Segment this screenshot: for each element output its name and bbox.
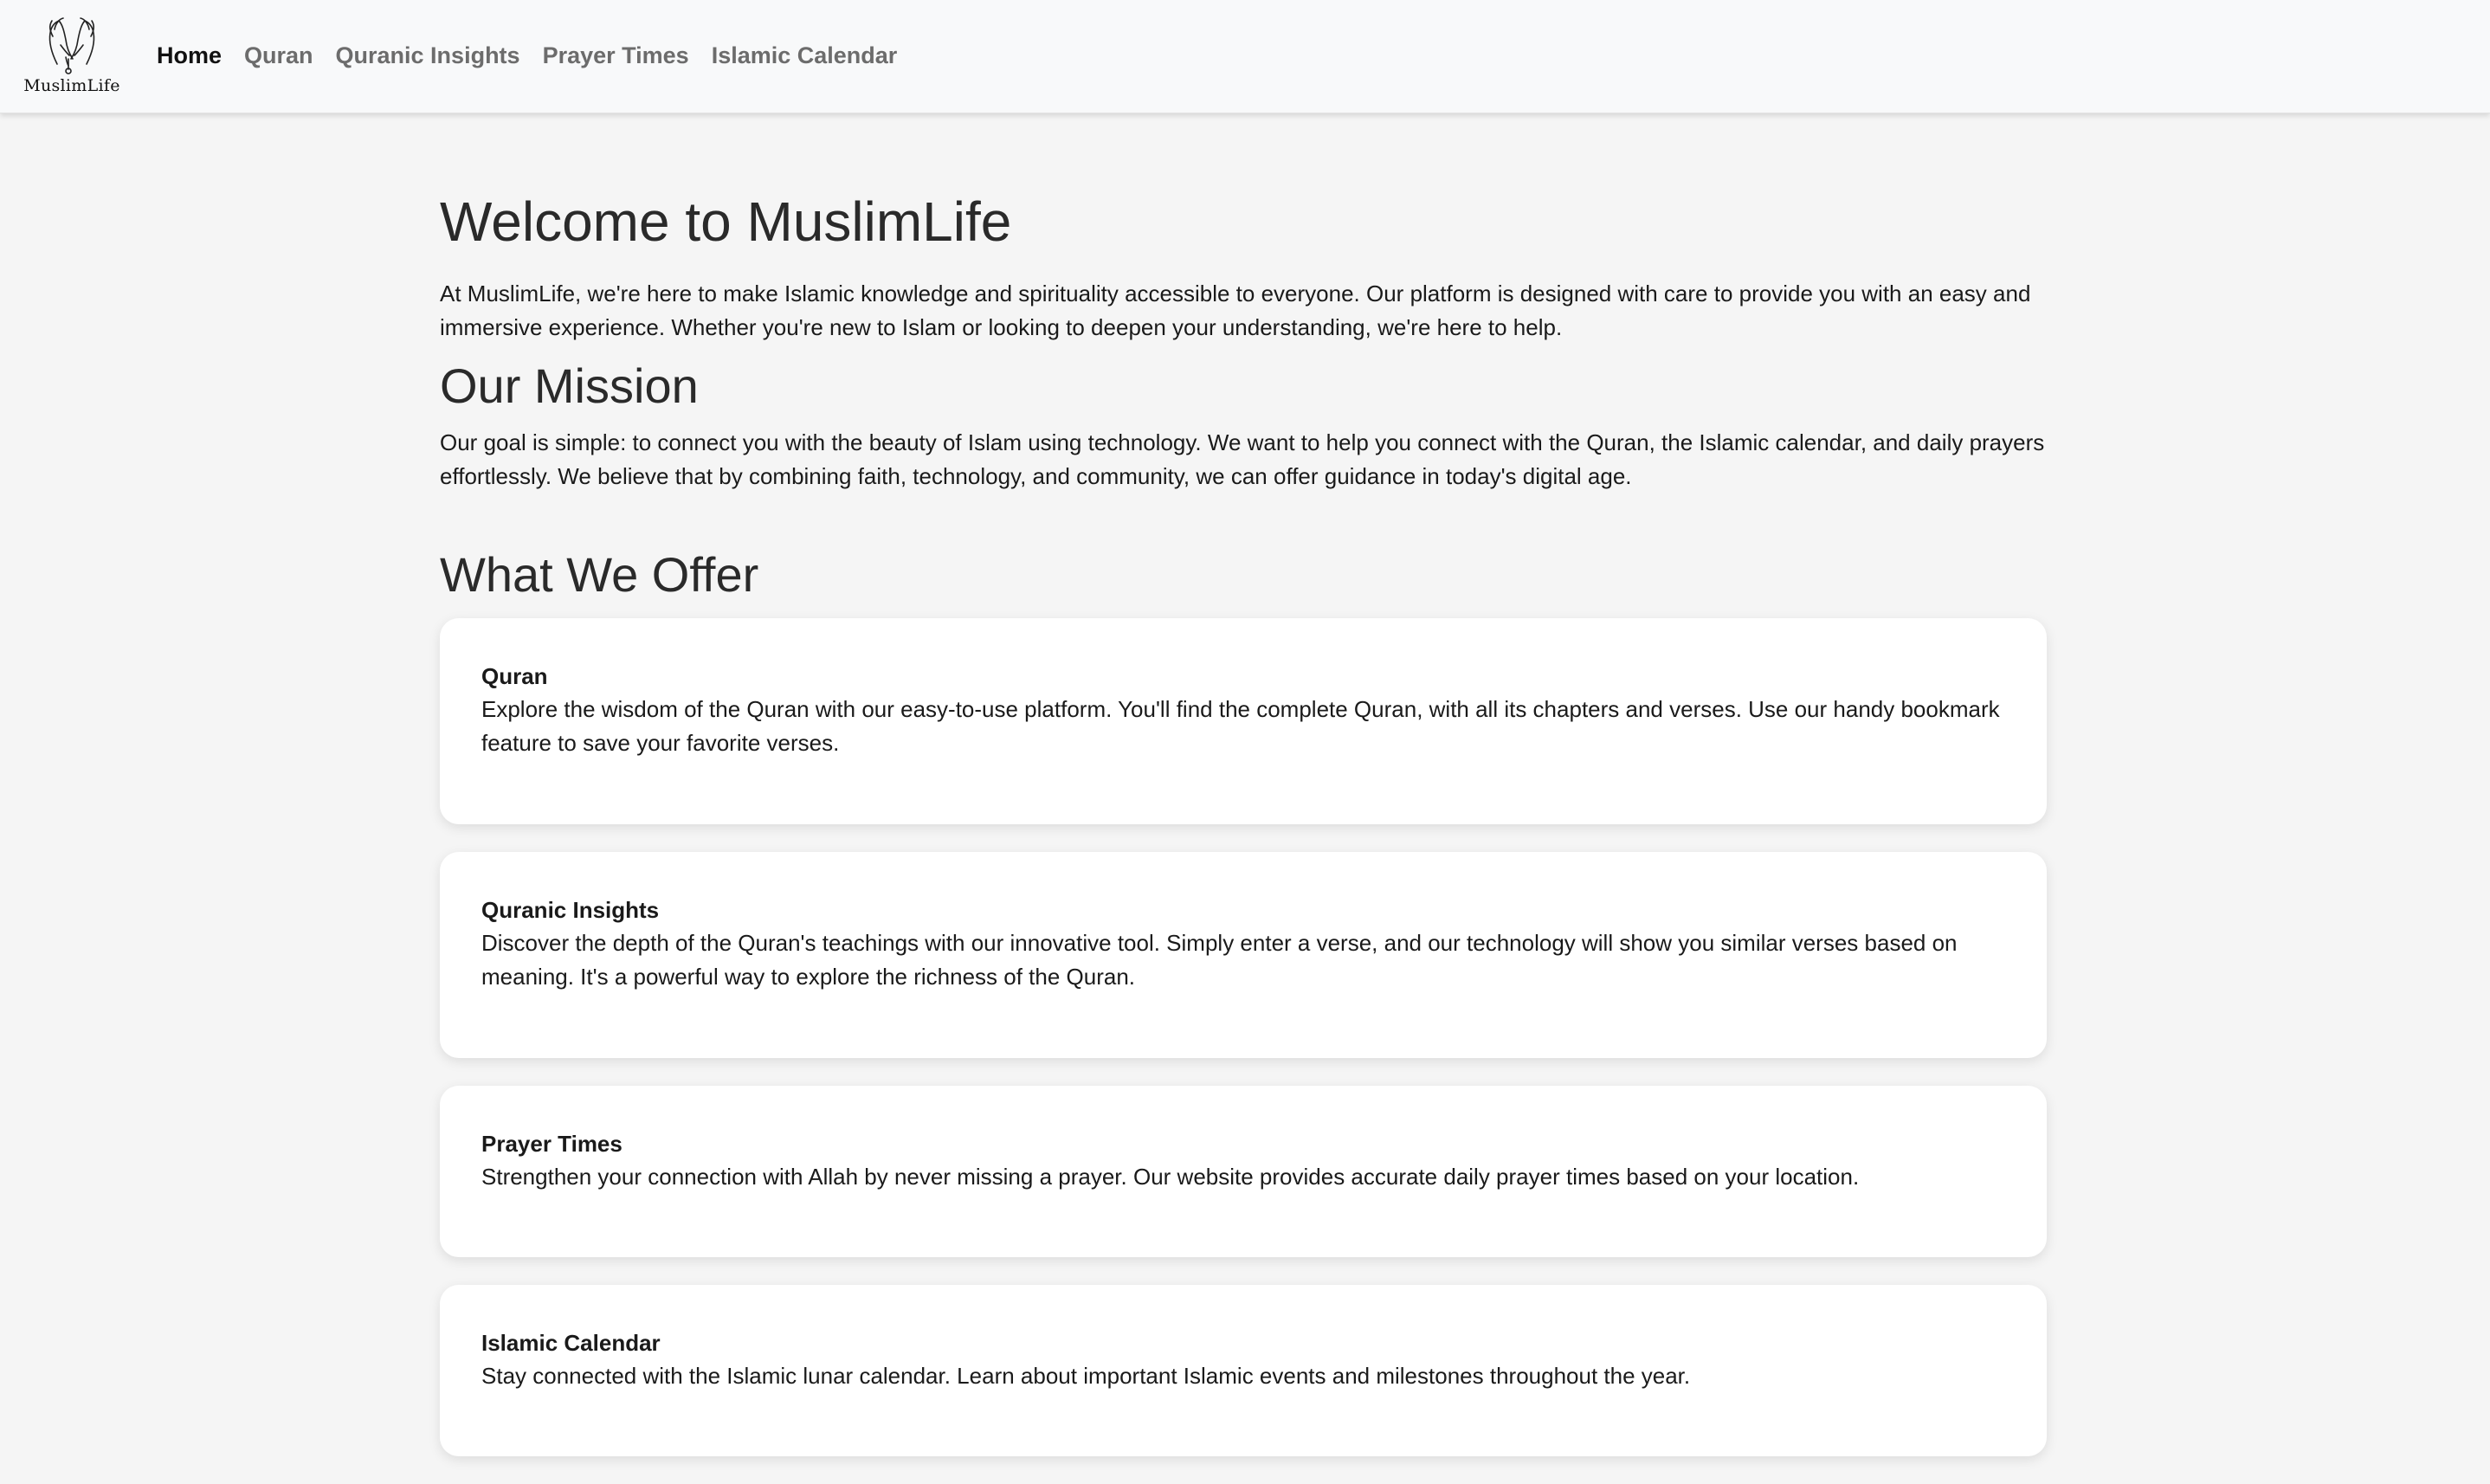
mission-title: Our Mission [440, 358, 699, 413]
feature-card-text: Discover the depth of the Quran's teachi… [481, 930, 1958, 990]
welcome-title: Welcome to MuslimLife [440, 190, 1012, 253]
nav-link-islamic-calendar[interactable]: Islamic Calendar [712, 38, 898, 73]
feature-card-islamic-calendar: Islamic Calendar Stay connected with the… [440, 1285, 2047, 1456]
feature-card-title: Islamic Calendar [481, 1330, 661, 1356]
mission-text: Our goal is simple: to connect you with … [440, 429, 2045, 489]
feature-card-quran: Quran Explore the wisdom of the Quran wi… [440, 618, 2047, 824]
navbar: MuslimLife Home Quran Quranic Insights P… [0, 0, 2490, 113]
feature-card-title: Prayer Times [481, 1131, 622, 1157]
main-content: Welcome to MuslimLife At MuslimLife, we'… [440, 180, 2047, 1484]
brand-name: MuslimLife [23, 76, 120, 95]
nav-link-quranic-insights[interactable]: Quranic Insights [336, 38, 520, 73]
welcome-text: At MuslimLife, we're here to make Islami… [440, 281, 2031, 340]
nav-link-home[interactable]: Home [157, 38, 222, 73]
feature-card-text: Strengthen your connection with Allah by… [481, 1164, 1860, 1190]
nav-link-quran[interactable]: Quran [244, 38, 313, 73]
feature-card-text: Explore the wisdom of the Quran with our… [481, 696, 2000, 756]
feature-card-prayer-times: Prayer Times Strengthen your connection … [440, 1086, 2047, 1257]
brand-logo-link[interactable]: MuslimLife [21, 14, 123, 100]
feature-card-title: Quran [481, 663, 548, 689]
feature-card-title: Quranic Insights [481, 897, 660, 923]
offer-title: What We Offer [440, 547, 759, 602]
feature-card-text: Stay connected with the Islamic lunar ca… [481, 1363, 1691, 1389]
feature-card-quranic-insights: Quranic Insights Discover the depth of t… [440, 852, 2047, 1058]
praying-hands-icon [48, 17, 95, 74]
nav-links: Home Quran Quranic Insights Prayer Times… [157, 38, 897, 73]
nav-link-prayer-times[interactable]: Prayer Times [543, 38, 689, 73]
